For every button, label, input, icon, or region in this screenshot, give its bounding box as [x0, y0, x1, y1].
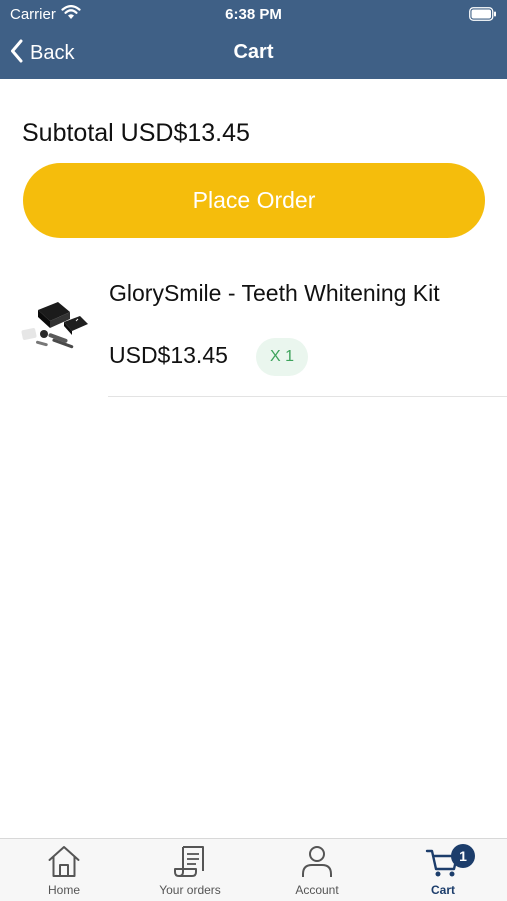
navigation-bar: Back Cart: [0, 28, 507, 79]
tab-cart[interactable]: Cart: [380, 839, 506, 901]
tab-your-orders[interactable]: Your orders: [127, 839, 253, 901]
cart-item[interactable]: GlorySmile - Teeth Whitening Kit USD$13.…: [0, 258, 507, 398]
tab-home[interactable]: Home: [1, 839, 127, 901]
tab-your-orders-label: Your orders: [159, 883, 221, 897]
quantity-badge: X 1: [256, 338, 308, 376]
status-bar: Carrier 6:38 PM: [0, 0, 507, 28]
receipt-icon: [172, 843, 208, 879]
page-title: Cart: [233, 41, 274, 63]
subtotal-text: Subtotal USD$13.45: [22, 119, 250, 147]
status-time: 6:38 PM: [225, 6, 282, 23]
item-name: GlorySmile - Teeth Whitening Kit: [109, 280, 440, 306]
home-icon: [46, 843, 82, 879]
product-thumbnail: [18, 298, 90, 358]
cart-count-badge: 1: [451, 844, 475, 868]
tab-bar: Home Your orders Account Cart 1: [0, 838, 507, 901]
tab-account[interactable]: Account: [254, 839, 380, 901]
header-bar: Carrier 6:38 PM Back Cart: [0, 0, 507, 79]
place-order-button[interactable]: Place Order: [23, 163, 485, 238]
item-price: USD$13.45: [109, 342, 228, 368]
item-divider: [108, 396, 507, 397]
tab-home-label: Home: [47, 883, 80, 897]
person-icon: [299, 843, 335, 879]
battery-icon: [469, 7, 497, 25]
tab-cart-label: Cart: [430, 883, 455, 897]
tab-account-label: Account: [295, 883, 339, 897]
